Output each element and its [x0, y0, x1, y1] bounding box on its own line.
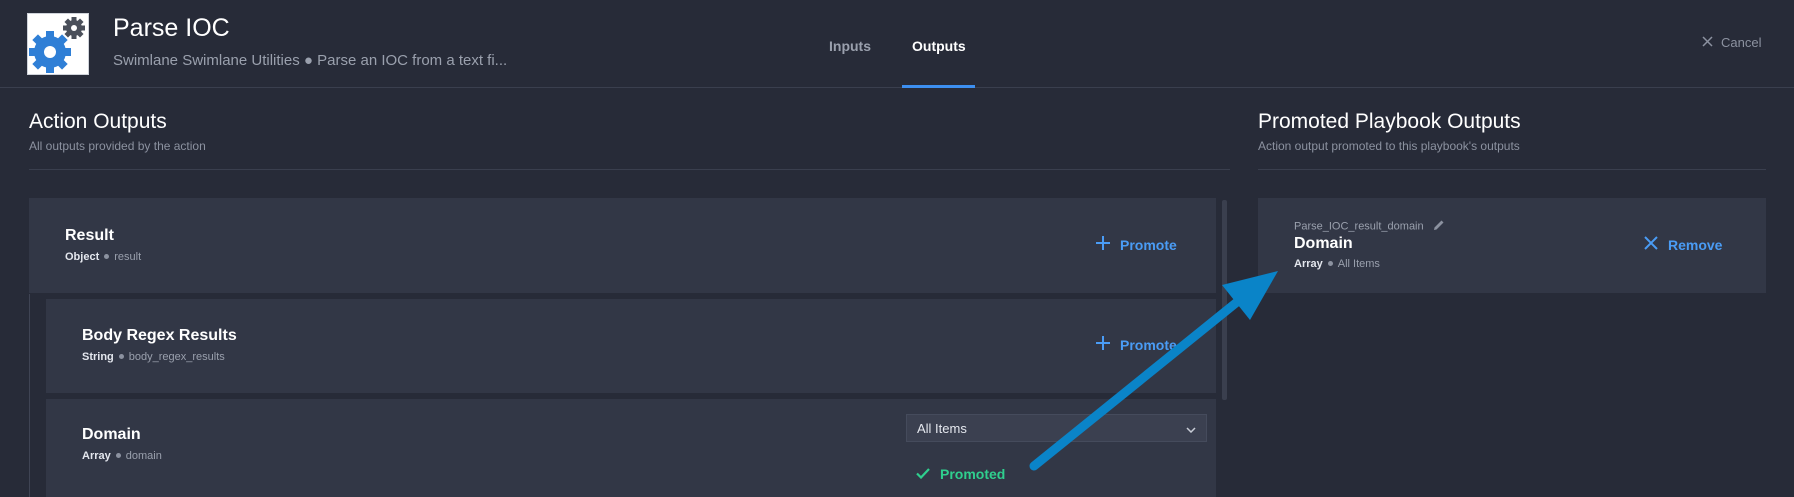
output-card-result: Result Object result Promote — [29, 198, 1216, 293]
output-type: String — [82, 351, 114, 363]
cancel-label: Cancel — [1721, 35, 1762, 50]
action-outputs-subtitle: All outputs provided by the action — [29, 139, 206, 153]
scrollbar[interactable] — [1222, 200, 1227, 400]
promoted-output-name: Parse_IOC_result_domain — [1294, 220, 1424, 233]
page-subtitle: Swimlane Swimlane Utilities ● Parse an I… — [113, 52, 508, 69]
tree-connector — [29, 294, 30, 497]
promoted-outputs-subtitle: Action output promoted to this playbook'… — [1258, 139, 1520, 153]
check-icon — [916, 466, 930, 482]
items-select[interactable]: All Items — [906, 414, 1207, 442]
promoted-output-meta: Array All Items — [1294, 258, 1380, 270]
tab-outputs[interactable]: Outputs — [912, 38, 966, 54]
output-type: Array — [82, 450, 111, 462]
output-meta: Object result — [65, 251, 141, 263]
cancel-button[interactable]: Cancel — [1702, 35, 1761, 50]
page-title: Parse IOC — [113, 14, 230, 42]
close-icon — [1702, 35, 1713, 50]
output-title: Domain — [82, 426, 141, 443]
promote-button[interactable]: Promote — [1096, 236, 1177, 253]
output-key: result — [114, 251, 142, 263]
output-title: Body Regex Results — [82, 327, 237, 344]
tab-inputs[interactable]: Inputs — [829, 38, 871, 54]
output-key: body_regex_results — [128, 351, 225, 363]
close-icon — [1644, 236, 1658, 253]
header: Parse IOC Swimlane Swimlane Utilities ● … — [0, 0, 1794, 88]
output-card-body-regex-results: Body Regex Results String body_regex_resu… — [46, 299, 1216, 393]
chevron-down-icon — [1186, 421, 1196, 436]
promoted-status: Promoted — [916, 466, 1005, 482]
promoted-output-type: Array — [1294, 258, 1323, 270]
active-tab-indicator — [902, 85, 975, 88]
plus-icon — [1096, 336, 1110, 353]
action-outputs-title: Action Outputs — [29, 110, 167, 133]
plus-icon — [1096, 236, 1110, 253]
gear-icon — [27, 13, 89, 75]
promoted-card-domain: Parse_IOC_result_domain Domain Array All … — [1258, 198, 1766, 293]
divider — [29, 169, 1230, 170]
promoted-outputs-title: Promoted Playbook Outputs — [1258, 110, 1521, 133]
promoted-output-name-row: Parse_IOC_result_domain — [1294, 219, 1445, 234]
select-value: All Items — [917, 420, 967, 436]
divider — [1258, 169, 1766, 170]
output-meta: Array domain — [82, 450, 162, 462]
output-title: Result — [65, 227, 114, 244]
remove-button[interactable]: Remove — [1644, 236, 1722, 253]
promote-button[interactable]: Promote — [1096, 336, 1177, 353]
pencil-icon[interactable] — [1433, 219, 1445, 234]
promoted-output-scope: All Items — [1337, 258, 1380, 270]
promoted-output-title: Domain — [1294, 235, 1353, 252]
output-type: Object — [65, 251, 100, 263]
output-key: domain — [125, 450, 162, 462]
output-meta: String body_regex_results — [82, 351, 225, 363]
